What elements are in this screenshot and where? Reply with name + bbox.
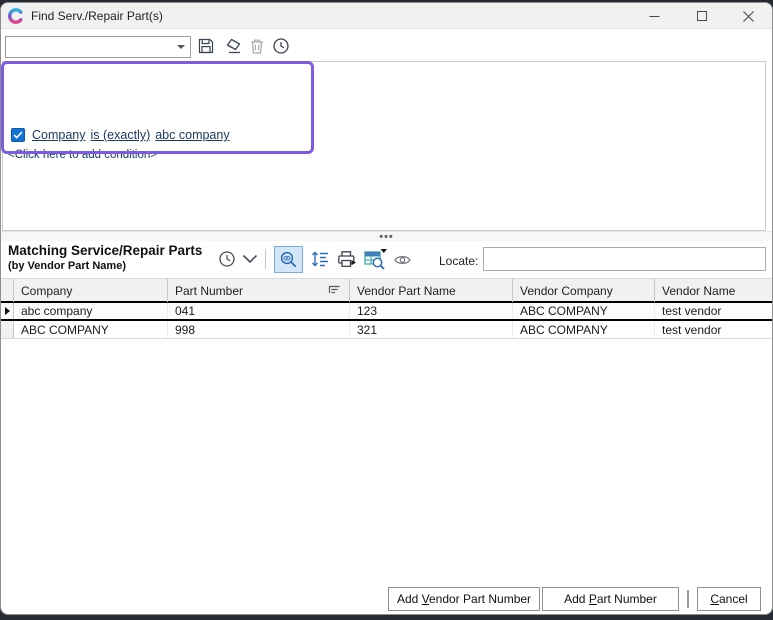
- condition-checkbox[interactable]: [11, 128, 25, 142]
- cancel-button[interactable]: Cancel: [697, 587, 761, 611]
- find-parts-dialog: Find Serv./Repair Part(s): [0, 2, 773, 615]
- condition-value-link[interactable]: abc company: [155, 128, 229, 142]
- table-row[interactable]: abc company 041 123 ABC COMPANY test ven…: [1, 301, 773, 321]
- combo-dropdown-icon[interactable]: [172, 37, 190, 57]
- close-button[interactable]: [725, 3, 772, 29]
- add-vendor-part-number-button[interactable]: Add Vendor Part Number: [388, 587, 540, 611]
- search-toolbar: [1, 29, 772, 61]
- saved-search-input[interactable]: [10, 38, 172, 56]
- add-part-number-button[interactable]: Add Part Number: [542, 587, 679, 611]
- app-logo-icon: [8, 8, 24, 24]
- table-row[interactable]: ABC COMPANY 998 321 ABC COMPANY test ven…: [1, 321, 773, 339]
- locate-label: Locate:: [439, 254, 478, 268]
- sort-ascending-icon: [328, 284, 341, 298]
- sort-height-icon[interactable]: [308, 248, 332, 270]
- history-icon[interactable]: [216, 248, 238, 270]
- saved-search-combo[interactable]: [5, 36, 191, 58]
- table-cell[interactable]: 321: [350, 321, 513, 338]
- maximize-button[interactable]: [678, 3, 725, 29]
- column-header-vendor-part-name[interactable]: Vendor Part Name: [350, 279, 513, 302]
- minimize-button[interactable]: [631, 3, 678, 29]
- print-icon[interactable]: [334, 248, 358, 270]
- results-table: Company Part Number Vendor Part Name Ven…: [1, 278, 772, 339]
- window-controls: [631, 3, 772, 29]
- history-icon[interactable]: [269, 34, 293, 58]
- splitter-grip-icon: •••: [379, 234, 394, 240]
- table-cell[interactable]: 041: [168, 303, 350, 319]
- condition-field-link[interactable]: Company: [32, 128, 86, 142]
- button-separator: [687, 590, 689, 608]
- panel-splitter[interactable]: •••: [1, 231, 772, 241]
- column-header-vendor-name[interactable]: Vendor Name: [655, 279, 773, 302]
- toolbar-separator: [265, 249, 266, 269]
- find-filter-icon[interactable]: [274, 246, 303, 273]
- add-condition-link[interactable]: <Click here to add condition>: [8, 149, 157, 161]
- row-selector-cell: [1, 303, 14, 319]
- current-row-arrow-icon: [5, 307, 10, 315]
- table-cell[interactable]: test vendor: [655, 321, 773, 338]
- table-cell[interactable]: abc company: [14, 303, 168, 319]
- eraser-icon[interactable]: [220, 34, 244, 58]
- condition-panel: Company is (exactly) abc company <Click …: [2, 61, 766, 231]
- table-cell[interactable]: 998: [168, 321, 350, 338]
- row-selector-cell: [1, 321, 14, 338]
- save-icon[interactable]: [194, 34, 218, 58]
- column-header-part-number[interactable]: Part Number: [168, 279, 350, 302]
- locate-input[interactable]: [483, 247, 766, 271]
- table-header-row: Company Part Number Vendor Part Name Ven…: [1, 278, 773, 301]
- titlebar: Find Serv./Repair Part(s): [1, 3, 772, 29]
- table-cell[interactable]: ABC COMPANY: [14, 321, 168, 338]
- delete-icon[interactable]: [245, 34, 269, 58]
- chevron-down-icon[interactable]: [241, 252, 259, 266]
- condition-row: Company is (exactly) abc company: [11, 128, 235, 142]
- results-subtitle: (by Vendor Part Name): [8, 260, 126, 272]
- table-cell[interactable]: 123: [350, 303, 513, 319]
- table-cell[interactable]: test vendor: [655, 303, 773, 319]
- results-title: Matching Service/Repair Parts: [8, 243, 202, 258]
- window-title: Find Serv./Repair Part(s): [31, 3, 163, 29]
- eye-icon[interactable]: [392, 253, 412, 267]
- condition-operator-link[interactable]: is (exactly): [91, 128, 151, 142]
- column-header-vendor-company[interactable]: Vendor Company: [513, 279, 655, 302]
- row-selector-header: [1, 279, 14, 302]
- column-header-company[interactable]: Company: [14, 279, 168, 302]
- table-cell[interactable]: ABC COMPANY: [513, 321, 655, 338]
- grid-search-icon[interactable]: [361, 246, 389, 271]
- table-cell[interactable]: ABC COMPANY: [513, 303, 655, 319]
